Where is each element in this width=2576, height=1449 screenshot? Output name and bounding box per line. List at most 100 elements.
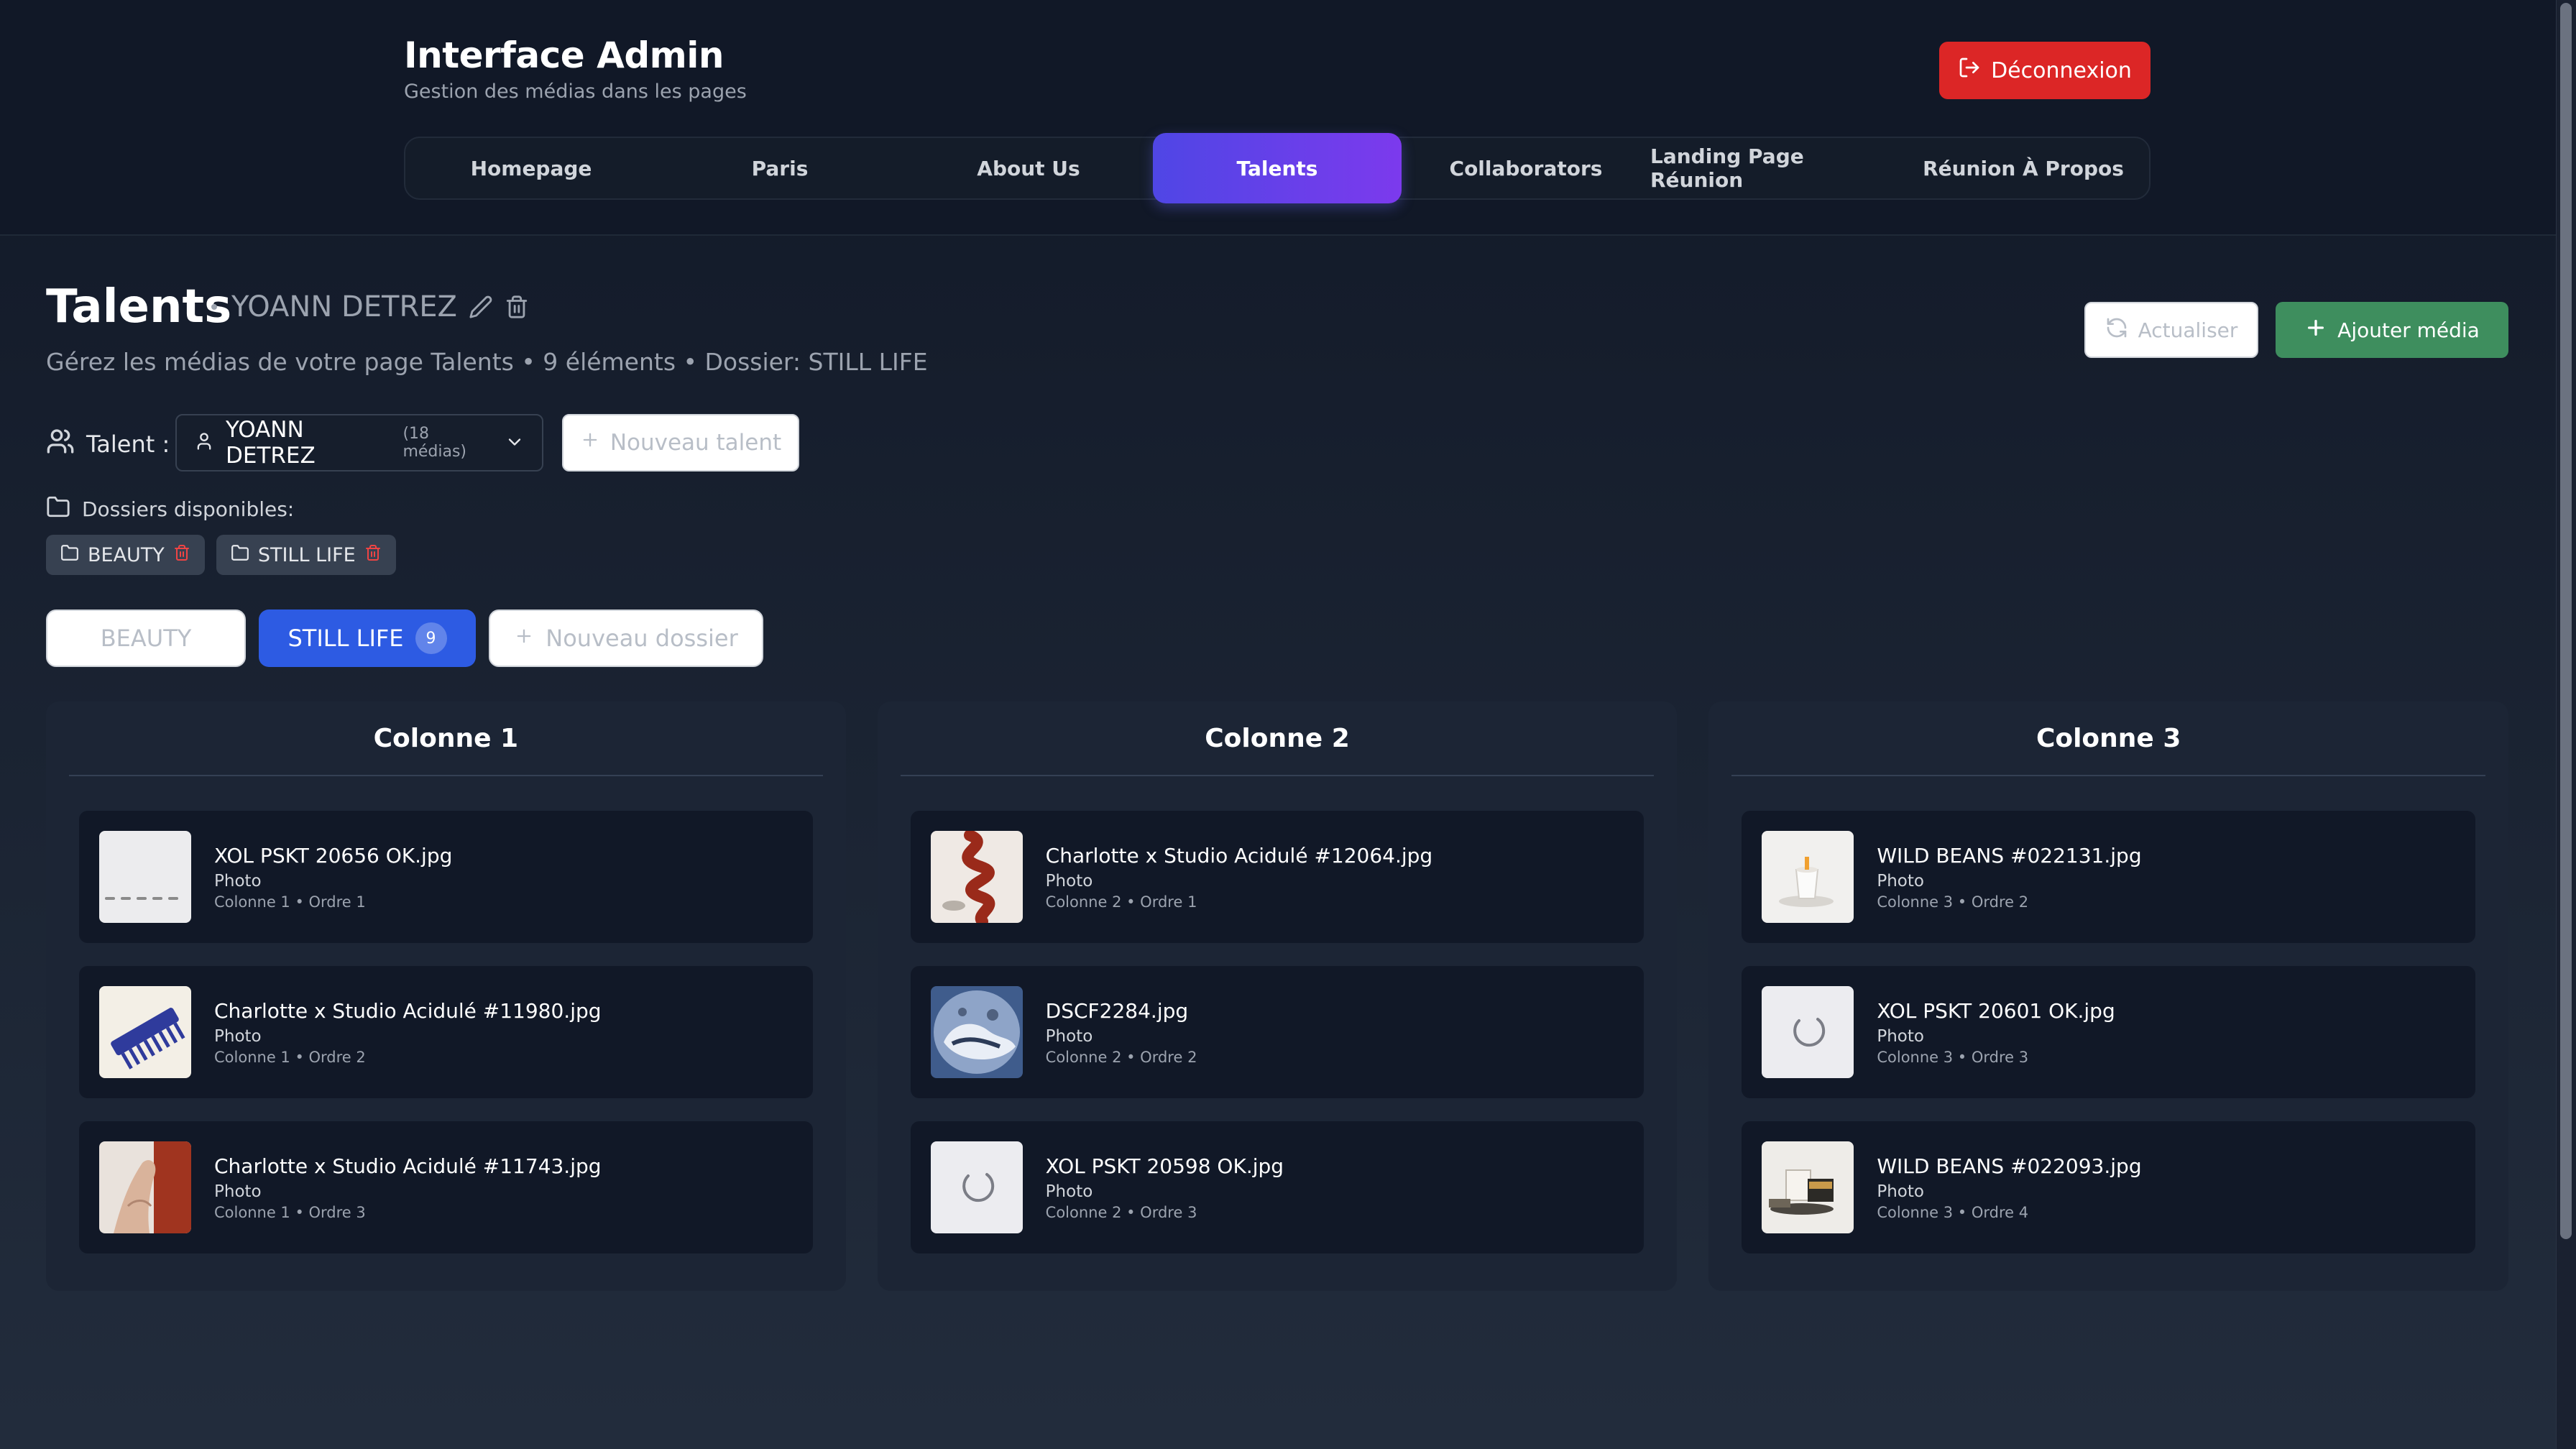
folder-icon	[231, 543, 249, 567]
media-columns: Colonne 1 XOL PSKT 20656 OK.jpg Photo Co…	[46, 702, 2509, 1291]
media-card[interactable]: Charlotte x Studio Acidulé #11743.jpg Ph…	[79, 1121, 813, 1254]
trash-icon[interactable]	[364, 544, 382, 566]
talent-select-count: (18 médias)	[402, 425, 467, 461]
media-type: Photo	[214, 1026, 262, 1046]
current-talent-name: YOANN DETREZ	[231, 290, 457, 323]
scrollbar-thumb[interactable]	[2560, 3, 2572, 1239]
count-badge: 9	[415, 622, 447, 654]
media-column-3: Colonne 3 WILD BEANS #022131.jpg Photo C…	[1708, 702, 2509, 1291]
app-title: Interface Admin	[404, 34, 724, 76]
media-meta: WILD BEANS #022131.jpg Photo Colonne 3 •…	[1877, 844, 2141, 911]
page-nav: Homepage Paris About Us Talents Collabor…	[404, 133, 2150, 203]
tab-paris[interactable]: Paris	[656, 138, 904, 198]
page-title: Talents	[46, 280, 232, 334]
talent-label: Talent :	[46, 427, 170, 461]
media-filename: XOL PSKT 20656 OK.jpg	[214, 843, 453, 868]
media-meta: XOL PSKT 20656 OK.jpg Photo Colonne 1 • …	[214, 844, 452, 911]
logout-label: Déconnexion	[1991, 58, 2132, 83]
media-filename: Charlotte x Studio Acidulé #11980.jpg	[214, 998, 602, 1023]
media-column-2: Colonne 2 Charlotte x Studio Acidulé #12…	[877, 702, 1678, 1291]
refresh-icon	[2105, 316, 2128, 344]
media-filename: WILD BEANS #022093.jpg	[1877, 1154, 2142, 1178]
media-position: Colonne 3 • Ordre 2	[1877, 893, 2029, 911]
media-type: Photo	[1877, 1026, 1924, 1046]
plus-icon	[2304, 316, 2327, 344]
media-column-1: Colonne 1 XOL PSKT 20656 OK.jpg Photo Co…	[46, 702, 846, 1291]
folder-icon	[46, 494, 70, 524]
folder-tabs: BEAUTY STILL LIFE 9 Nouveau dossier	[46, 610, 763, 667]
tab-collaborators[interactable]: Collaborators	[1402, 138, 1650, 198]
media-meta: XOL PSKT 20598 OK.jpg Photo Colonne 2 • …	[1046, 1154, 1284, 1221]
media-thumbnail	[99, 986, 191, 1078]
folder-tab-still-life[interactable]: STILL LIFE 9	[259, 610, 476, 667]
media-card[interactable]: Charlotte x Studio Acidulé #12064.jpg Ph…	[910, 811, 1644, 943]
media-card[interactable]: XOL PSKT 20656 OK.jpg Photo Colonne 1 • …	[79, 811, 813, 943]
media-type: Photo	[1877, 871, 1924, 891]
media-meta: XOL PSKT 20601 OK.jpg Photo Colonne 3 • …	[1877, 999, 2115, 1066]
media-type: Photo	[1045, 1182, 1093, 1201]
tab-homepage[interactable]: Homepage	[407, 138, 656, 198]
media-meta: DSCF2284.jpg Photo Colonne 2 • Ordre 2	[1046, 999, 1197, 1066]
refresh-label: Actualiser	[2138, 318, 2238, 342]
media-position: Colonne 1 • Ordre 2	[214, 1048, 366, 1066]
media-filename: Charlotte x Studio Acidulé #11743.jpg	[214, 1154, 602, 1178]
talent-label-text: Talent :	[86, 431, 170, 458]
folder-chip-still-life[interactable]: STILL LIFE	[216, 535, 396, 575]
tab-talents[interactable]: Talents	[1153, 133, 1402, 203]
media-meta: Charlotte x Studio Acidulé #12064.jpg Ph…	[1046, 844, 1433, 911]
logout-icon	[1958, 56, 1981, 85]
media-card[interactable]: XOL PSKT 20601 OK.jpg Photo Colonne 3 • …	[1742, 966, 2476, 1098]
column-title: Colonne 1	[69, 702, 823, 776]
talent-select-name: YOANN DETREZ	[226, 417, 316, 469]
media-filename: XOL PSKT 20601 OK.jpg	[1877, 998, 2115, 1023]
folders-label-text: Dossiers disponibles:	[82, 497, 295, 521]
column-title: Colonne 3	[1731, 702, 2486, 776]
folder-chip-beauty[interactable]: BEAUTY	[46, 535, 205, 575]
media-card[interactable]: XOL PSKT 20598 OK.jpg Photo Colonne 2 • …	[910, 1121, 1644, 1254]
top-header: Interface Admin Gestion des médias dans …	[0, 0, 2556, 236]
talent-select[interactable]: YOANN DETREZ (18 médias)	[175, 414, 543, 472]
media-position: Colonne 2 • Ordre 3	[1045, 1203, 1197, 1221]
folder-tab-beauty[interactable]: BEAUTY	[46, 610, 246, 667]
delete-trash-icon[interactable]	[505, 295, 529, 319]
folder-chip-label: BEAUTY	[88, 543, 165, 566]
refresh-button[interactable]: Actualiser	[2084, 302, 2258, 358]
folder-chip-label: STILL LIFE	[257, 543, 356, 566]
new-folder-button[interactable]: Nouveau dossier	[489, 610, 763, 667]
media-filename: Charlotte x Studio Acidulé #12064.jpg	[1045, 843, 1433, 868]
media-thumbnail	[1762, 986, 1854, 1078]
media-meta: Charlotte x Studio Acidulé #11743.jpg Ph…	[214, 1154, 602, 1221]
chevron-down-icon	[505, 432, 525, 454]
bullet-dot	[211, 304, 217, 310]
trash-icon[interactable]	[173, 544, 190, 566]
media-card[interactable]: Charlotte x Studio Acidulé #11980.jpg Ph…	[79, 966, 813, 1098]
media-thumbnail	[930, 986, 1023, 1078]
add-media-label: Ajouter média	[2337, 318, 2480, 342]
logout-button[interactable]: Déconnexion	[1939, 42, 2150, 99]
media-position: Colonne 2 • Ordre 2	[1045, 1048, 1197, 1066]
media-filename: WILD BEANS #022131.jpg	[1877, 843, 2142, 868]
plus-icon	[580, 430, 600, 456]
tab-about-us[interactable]: About Us	[904, 138, 1153, 198]
media-type: Photo	[214, 871, 262, 891]
folder-tab-label: STILL LIFE	[288, 625, 404, 652]
media-thumbnail	[930, 1141, 1023, 1233]
folder-icon	[60, 543, 79, 567]
edit-pencil-icon[interactable]	[469, 295, 493, 319]
current-talent: YOANN DETREZ	[211, 290, 529, 323]
page-description: Gérez les médias de votre page Talents •…	[46, 348, 928, 376]
media-card[interactable]: WILD BEANS #022093.jpg Photo Colonne 3 •…	[1742, 1121, 2476, 1254]
add-media-button[interactable]: Ajouter média	[2276, 302, 2508, 358]
media-position: Colonne 3 • Ordre 3	[1877, 1048, 2029, 1066]
tab-landing-page-reunion[interactable]: Landing Page Réunion	[1650, 138, 1899, 198]
new-talent-button[interactable]: Nouveau talent	[562, 414, 799, 472]
tab-reunion-a-propos[interactable]: Réunion À Propos	[1899, 138, 2148, 198]
media-type: Photo	[214, 1182, 262, 1201]
plus-icon	[514, 625, 534, 652]
media-card[interactable]: DSCF2284.jpg Photo Colonne 2 • Ordre 2	[910, 966, 1644, 1098]
folder-chip-list: BEAUTY STILL LIFE	[46, 535, 396, 575]
media-card[interactable]: WILD BEANS #022131.jpg Photo Colonne 3 •…	[1742, 811, 2476, 943]
page-scrollbar[interactable]	[2556, 0, 2576, 1449]
media-thumbnail	[1762, 1141, 1854, 1233]
folder-tab-label: BEAUTY	[100, 625, 192, 652]
